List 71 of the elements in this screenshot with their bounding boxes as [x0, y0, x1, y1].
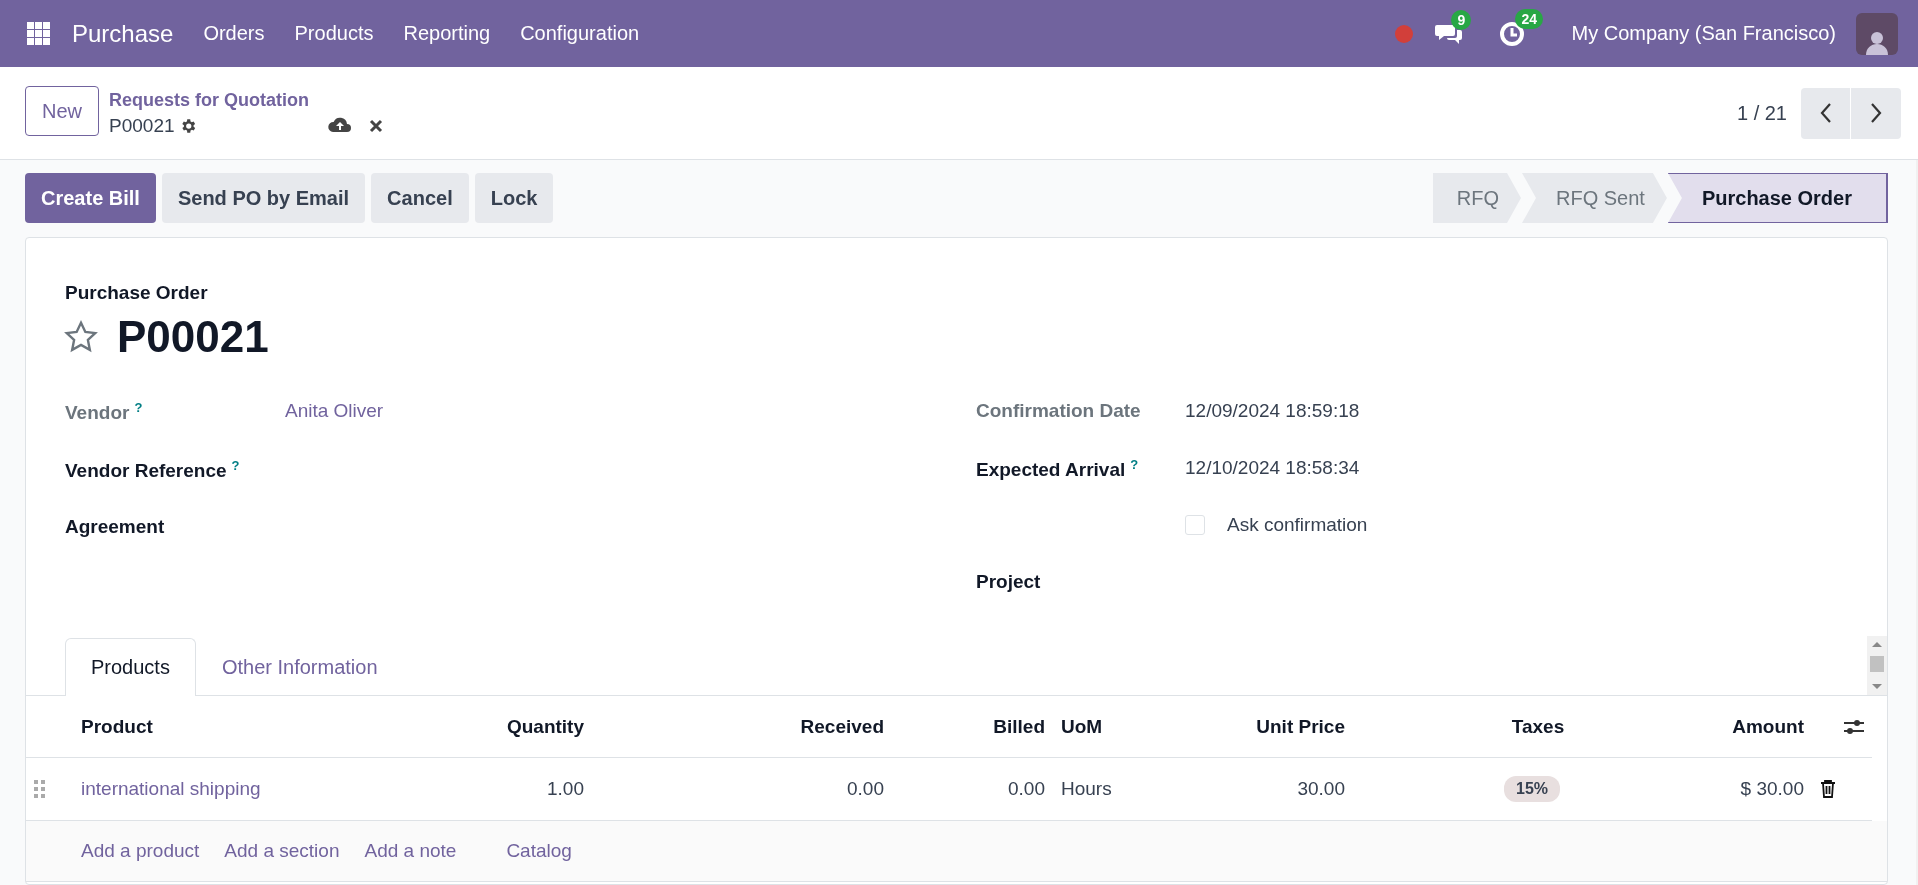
help-tooltip[interactable]: ? [134, 400, 143, 415]
tabs-scrollbar[interactable] [1867, 636, 1887, 695]
count-badge: 24 [1515, 8, 1544, 29]
status-step[interactable]: RFQ Sent [1522, 173, 1667, 223]
breadcrumb-link[interactable]: Requests for Quotation [109, 89, 384, 111]
company-name[interactable]: My Company (San Francisco) [1571, 22, 1836, 45]
product-link[interactable]: international shipping [81, 778, 261, 800]
sliders-icon[interactable] [1844, 717, 1864, 736]
menu-item[interactable]: Configuration [520, 22, 640, 45]
field-label: Expected Arrival [976, 459, 1126, 481]
add-link[interactable]: Catalog [506, 840, 572, 862]
trash-icon[interactable] [1820, 780, 1836, 798]
record-title: P00021 [117, 312, 269, 362]
cloud-upload-icon[interactable] [327, 116, 352, 135]
tab[interactable]: Products [65, 638, 196, 696]
action-button[interactable]: Cancel [371, 173, 469, 223]
add-link[interactable]: Add a section [224, 840, 340, 862]
table-cell: 0.00 [1008, 778, 1045, 800]
field-label: Vendor [65, 402, 130, 424]
status-step[interactable]: Purchase Order [1667, 173, 1888, 223]
column-header[interactable]: UoM [1053, 696, 1151, 758]
add-link[interactable]: Add a product [81, 840, 200, 862]
table-cell: 1.00 [547, 778, 584, 800]
menu-item[interactable]: Orders [203, 22, 265, 45]
table-cell: 0.00 [847, 778, 884, 800]
chevron-right-icon [1869, 102, 1883, 124]
column-header[interactable]: Amount [1723, 696, 1812, 758]
status-dot[interactable] [1395, 24, 1414, 43]
new-button[interactable]: New [25, 86, 99, 136]
menu-item[interactable]: Products [294, 22, 374, 45]
app-name[interactable]: Purchase [72, 19, 174, 48]
star-icon[interactable] [63, 319, 99, 355]
field-link[interactable]: Anita Oliver [285, 400, 384, 421]
column-header[interactable]: Unit Price [1151, 696, 1353, 758]
tax-tag: 15% [1504, 776, 1560, 802]
help-tooltip[interactable]: ? [231, 458, 240, 473]
help-tooltip[interactable]: ? [1130, 457, 1139, 472]
apps-grid-icon[interactable] [27, 22, 50, 45]
action-button[interactable]: Create Bill [25, 173, 156, 223]
column-header[interactable]: Billed [892, 696, 1053, 758]
chevron-left-icon [1818, 102, 1833, 124]
field-value: 12/10/2024 18:58:34 [1185, 457, 1360, 478]
checkbox[interactable] [1185, 515, 1205, 535]
pager-value: 1 / 21 [1736, 101, 1787, 125]
status-step[interactable]: RFQ [1432, 173, 1521, 223]
action-button[interactable]: Send PO by Email [161, 173, 366, 223]
field-label: Confirmation Date [976, 400, 1141, 421]
checkbox-label[interactable]: Ask confirmation [1227, 514, 1368, 536]
action-button[interactable]: Lock [474, 173, 554, 223]
count-badge: 9 [1451, 9, 1472, 30]
column-header[interactable]: Taxes [1353, 696, 1723, 758]
next-button[interactable] [1851, 87, 1901, 139]
close-icon[interactable] [367, 117, 384, 134]
column-header[interactable]: Received [592, 696, 892, 758]
field-label: Vendor Reference [65, 460, 227, 482]
field-value: 12/09/2024 18:59:18 [1185, 400, 1360, 421]
table-cell: 30.00 [1297, 778, 1345, 800]
menu-item[interactable]: Reporting [403, 22, 491, 45]
column-header[interactable]: Product [73, 696, 381, 758]
previous-button[interactable] [1801, 87, 1851, 139]
user-avatar[interactable] [1856, 12, 1898, 55]
table-cell: $ 30.00 [1740, 778, 1804, 800]
tab[interactable]: Other Information [195, 638, 404, 696]
drag-handle-icon[interactable] [34, 780, 46, 798]
table-cell: Hours [1061, 778, 1112, 800]
field-label: Agreement [65, 516, 165, 537]
record-name: P00021 [109, 114, 175, 137]
field-label: Project [976, 571, 1041, 592]
title-label: Purchase Order [65, 282, 209, 304]
add-link[interactable]: Add a note [364, 840, 457, 862]
column-header[interactable]: Quantity [381, 696, 592, 758]
